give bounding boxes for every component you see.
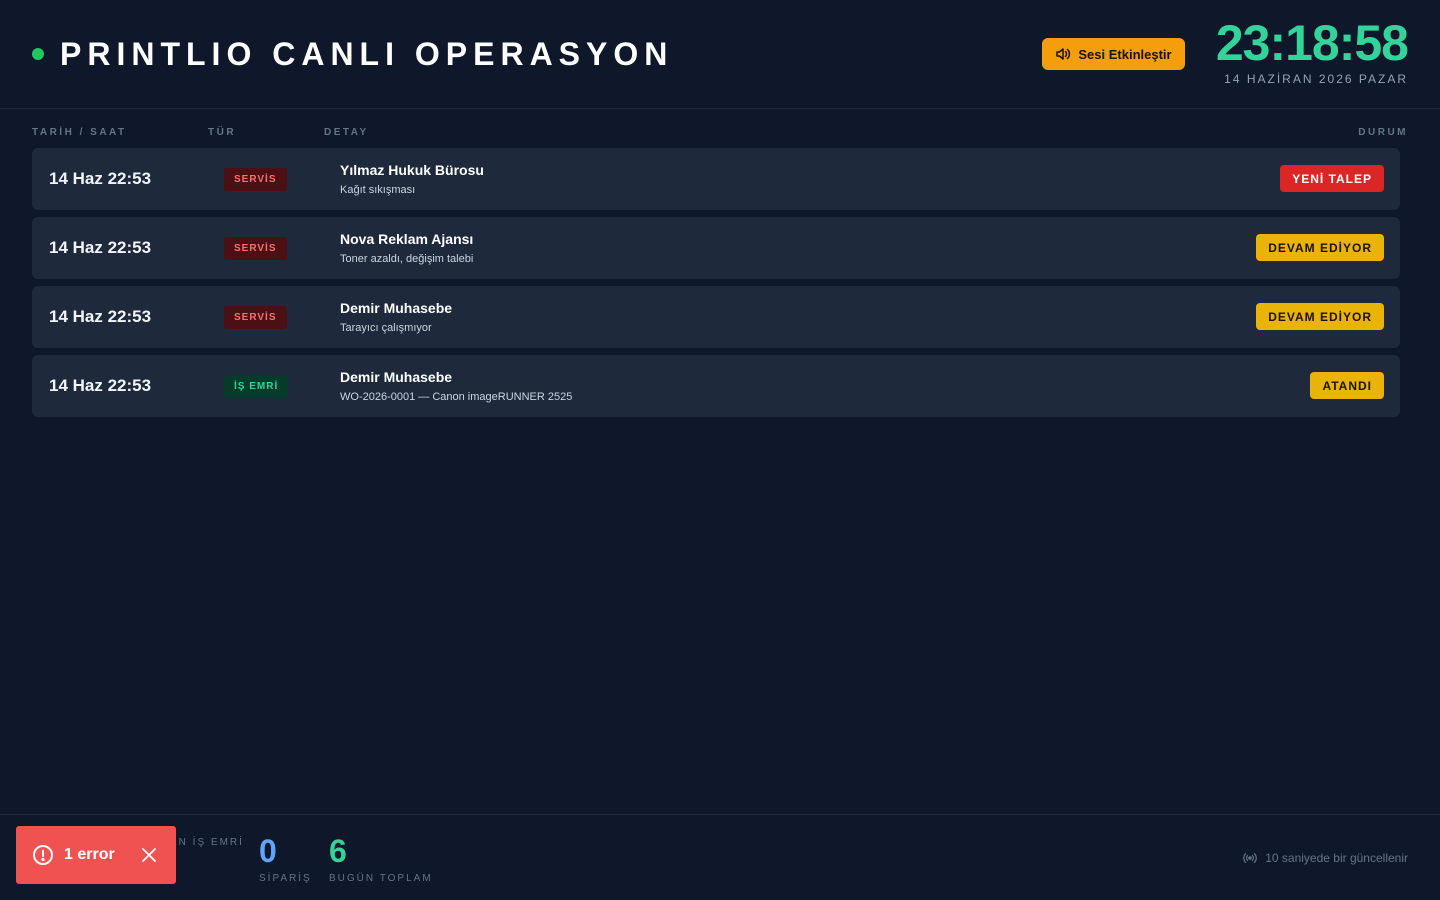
enable-sound-label: Sesi Etkinleştir [1078, 46, 1172, 62]
row-time: 14 Haz 22:53 [49, 376, 152, 395]
stat-label: SİPARİŞ [259, 873, 312, 884]
row-customer-name: Nova Reklam Ajansı [340, 231, 474, 247]
row-description: Kağıt sıkışması [340, 184, 416, 196]
table-row[interactable]: 14 Haz 22:53 İŞ EMRİ Demir Muhasebe WO-2… [32, 355, 1400, 417]
status-badge: ATANDI [1310, 372, 1384, 399]
close-icon[interactable] [140, 846, 158, 864]
row-customer-name: Demir Muhasebe [340, 300, 453, 316]
type-badge: SERVİS [224, 306, 287, 329]
status-badge: YENİ TALEP [1280, 165, 1384, 192]
broadcast-icon [1243, 853, 1257, 863]
type-badge: SERVİS [224, 168, 287, 191]
refresh-note: 10 saniyede bir güncellenir [1243, 851, 1408, 865]
refresh-note-text: 10 saniyede bir güncellenir [1265, 851, 1408, 865]
stat-orders: 0 SİPARİŞ [259, 833, 312, 884]
row-description: Tarayıcı çalışmıyor [340, 322, 432, 334]
current-date: 14 HAZİRAN 2026 PAZAR [1224, 72, 1408, 86]
operations-list: 14 Haz 22:53 SERVİS Yılmaz Hukuk Bürosu … [32, 148, 1400, 424]
row-time: 14 Haz 22:53 [49, 169, 152, 188]
page-title: PRINTLIO CANLI OPERASYON [60, 36, 674, 72]
status-badge: DEVAM EDİYOR [1256, 303, 1384, 330]
stat-value: 6 [329, 833, 347, 869]
row-customer-name: Demir Muhasebe [340, 369, 453, 385]
type-badge: SERVİS [224, 237, 287, 260]
footer-stats-bar: EN İŞ EMRİ 0 SİPARİŞ 6 BUGÜN TOPLAM 10 s… [0, 814, 1440, 900]
live-clock: 23:18:58 [1215, 15, 1409, 71]
alert-circle-icon [33, 845, 53, 865]
status-badge: DEVAM EDİYOR [1256, 234, 1384, 261]
enable-sound-button[interactable]: Sesi Etkinleştir [1042, 38, 1185, 70]
row-time: 14 Haz 22:53 [49, 238, 152, 257]
stat-label: BUGÜN TOPLAM [329, 873, 433, 884]
column-header-type: TÜR [208, 127, 237, 138]
stat-work-orders: EN İŞ EMRİ [170, 833, 244, 848]
speaker-icon [1056, 48, 1071, 60]
column-header-time: TARİH / SAAT [32, 127, 127, 138]
header: PRINTLIO CANLI OPERASYON Sesi Etkinleşti… [0, 0, 1440, 109]
column-header-detail: DETAY [324, 127, 369, 138]
stat-today-total: 6 BUGÜN TOPLAM [329, 833, 433, 884]
error-toast[interactable]: 1 error [16, 826, 176, 884]
row-description: WO-2026-0001 — Canon imageRUNNER 2525 [340, 391, 573, 403]
row-time: 14 Haz 22:53 [49, 307, 152, 326]
type-badge: İŞ EMRİ [224, 375, 289, 398]
table-row[interactable]: 14 Haz 22:53 SERVİS Yılmaz Hukuk Bürosu … [32, 148, 1400, 210]
table-row[interactable]: 14 Haz 22:53 SERVİS Nova Reklam Ajansı T… [32, 217, 1400, 279]
row-description: Toner azaldı, değişim talebi [340, 253, 474, 265]
stat-value: 0 [259, 833, 277, 869]
stat-label: EN İŞ EMRİ [170, 837, 244, 848]
table-row[interactable]: 14 Haz 22:53 SERVİS Demir Muhasebe Taray… [32, 286, 1400, 348]
live-indicator-dot [32, 48, 44, 60]
column-header-status: DURUM [1358, 127, 1408, 138]
row-customer-name: Yılmaz Hukuk Bürosu [340, 162, 484, 178]
error-toast-text: 1 error [64, 846, 115, 863]
